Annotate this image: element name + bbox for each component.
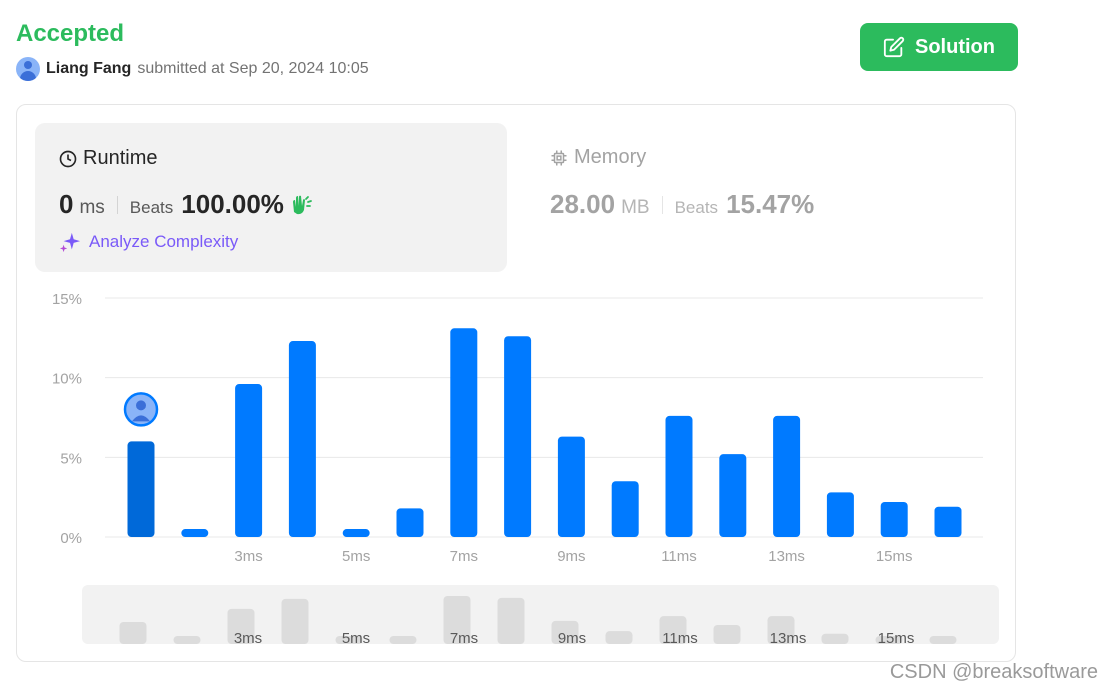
x-tick-label: 15ms — [876, 548, 913, 565]
chart-bar[interactable] — [934, 506, 962, 537]
y-tick-label: 10% — [52, 371, 82, 388]
overview-label: 15ms — [878, 630, 915, 647]
chart-bar[interactable] — [665, 415, 693, 537]
chart-bar[interactable] — [181, 529, 209, 537]
x-tick-label: 3ms — [234, 548, 262, 565]
overview-bar — [821, 633, 849, 644]
chart-bar[interactable] — [557, 436, 585, 537]
overview-strip[interactable] — [82, 585, 999, 644]
overview-bar — [713, 624, 741, 644]
overview-label: 11ms — [662, 630, 698, 647]
chart-bar[interactable] — [826, 492, 854, 537]
chart-bar[interactable] — [773, 415, 801, 537]
x-tick-label: 13ms — [768, 548, 805, 565]
chart-bar[interactable] — [504, 336, 532, 537]
chart-bar[interactable] — [235, 384, 263, 537]
overview-label: 7ms — [450, 630, 478, 647]
chart-bar[interactable] — [127, 441, 155, 537]
chart-bar[interactable] — [342, 529, 370, 537]
x-tick-label: 9ms — [557, 548, 585, 565]
watermark: CSDN @breaksoftware — [889, 661, 1098, 683]
chart-bar[interactable] — [719, 454, 747, 537]
overview-bar — [497, 597, 525, 644]
chart-bar[interactable] — [288, 341, 316, 537]
chart-bar[interactable] — [396, 508, 424, 537]
overview-bar — [605, 631, 633, 644]
overview-bar — [929, 636, 957, 644]
y-tick-label: 5% — [60, 450, 82, 467]
overview-label: 9ms — [558, 630, 586, 647]
x-tick-label: 11ms — [661, 548, 697, 565]
overview-bar — [389, 636, 417, 644]
overview-label: 13ms — [770, 630, 807, 647]
chart-bar[interactable] — [880, 501, 908, 537]
overview-bar — [173, 636, 201, 644]
y-tick-label: 15% — [52, 291, 82, 308]
chart-bar[interactable] — [611, 481, 639, 537]
runtime-distribution-chart[interactable]: 0% 5% 10% 15% 3ms 5ms 7ms 9ms 11ms 13ms 15ms 3ms 5ms… — [0, 0, 1102, 690]
chart-bar[interactable] — [450, 328, 478, 537]
x-tick-label: 5ms — [342, 548, 370, 565]
overview-bar — [119, 622, 147, 644]
x-tick-label: 7ms — [450, 548, 478, 565]
overview-label: 5ms — [342, 630, 370, 647]
user-marker-head — [136, 400, 146, 411]
overview-label: 3ms — [234, 630, 262, 647]
y-tick-label: 0% — [60, 530, 82, 547]
overview-bar — [281, 598, 309, 644]
